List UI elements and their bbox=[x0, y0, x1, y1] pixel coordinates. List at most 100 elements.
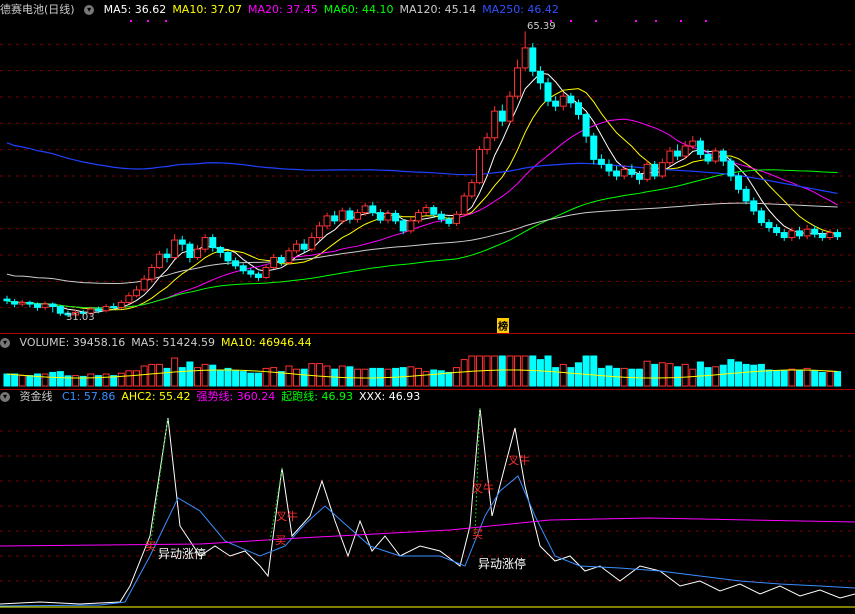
candle-up bbox=[270, 256, 278, 268]
candle-down bbox=[445, 218, 453, 224]
indicator-chart[interactable] bbox=[0, 406, 855, 612]
candle-down bbox=[696, 140, 704, 155]
candle-up bbox=[826, 232, 834, 239]
stock-title[interactable]: 德赛电池(日线) bbox=[0, 3, 75, 16]
volume-bar bbox=[155, 363, 163, 387]
candle-up bbox=[285, 250, 293, 263]
ma-legend: MA5: 36.62 MA10: 37.07 MA20: 37.45 MA60: 44… bbox=[104, 3, 565, 16]
indicator-value-0: C1: 57.86 bbox=[62, 390, 116, 403]
volume-bar bbox=[140, 365, 148, 387]
candle-up bbox=[803, 228, 811, 237]
dropdown-icon[interactable]: ▾ bbox=[0, 338, 10, 348]
candle-down bbox=[498, 110, 506, 122]
candle-up bbox=[514, 67, 522, 97]
ma-value-1: MA10: 37.07 bbox=[172, 3, 243, 16]
candlestick-chart[interactable] bbox=[0, 18, 855, 334]
volume-bar bbox=[658, 362, 666, 387]
dropdown-icon[interactable]: ▾ bbox=[0, 392, 10, 402]
dropdown-icon[interactable]: ▾ bbox=[84, 5, 95, 15]
candle-down bbox=[209, 237, 217, 249]
indicator-value-4: XXX: 46.93 bbox=[358, 390, 421, 403]
ma-value-0: MA5: 36.62 bbox=[103, 3, 167, 16]
candle-up bbox=[689, 140, 697, 147]
volume-bar bbox=[239, 371, 247, 387]
volume-bar bbox=[49, 371, 57, 387]
volume-bar bbox=[536, 359, 544, 387]
signal-dot bbox=[595, 20, 597, 22]
signal-label: 买 bbox=[145, 540, 156, 553]
volume-bar bbox=[712, 366, 720, 387]
volume-bar bbox=[727, 359, 735, 387]
volume-bar bbox=[765, 369, 773, 387]
signal-label: 叉牛 bbox=[472, 482, 494, 495]
signal-label: 叉牛 bbox=[508, 454, 530, 467]
candle-down bbox=[834, 232, 842, 238]
candle-down bbox=[750, 200, 758, 212]
candle-down bbox=[735, 175, 743, 190]
candle-down bbox=[765, 222, 773, 229]
volume-bar bbox=[87, 373, 95, 387]
volume-bar bbox=[643, 360, 651, 387]
ma20-line bbox=[6, 118, 838, 309]
volume-bar bbox=[780, 370, 788, 387]
high-price-label: 65.39 bbox=[527, 21, 556, 32]
candle-down bbox=[178, 239, 186, 245]
signal-dot bbox=[130, 20, 132, 22]
candle-down bbox=[369, 205, 377, 214]
volume-bar bbox=[125, 370, 133, 387]
candle-down bbox=[742, 188, 750, 202]
candle-down bbox=[26, 301, 34, 305]
volume-bar bbox=[338, 365, 346, 387]
candle-down bbox=[536, 70, 544, 84]
volume-chart[interactable] bbox=[0, 352, 855, 388]
candle-up bbox=[681, 145, 689, 157]
indicator-value-2: 强势线: 360.24 bbox=[196, 390, 276, 403]
volume-bar bbox=[133, 370, 141, 387]
candle-down bbox=[331, 215, 339, 222]
volume-legend: VOLUME: 39458.16 MA5: 51424.59 MA10: 46946… bbox=[20, 336, 318, 349]
candle-down bbox=[674, 150, 682, 157]
indicator-legend: C1: 57.86 AHC2: 55.42 强势线: 360.24 起跑线: 46.9… bbox=[62, 390, 426, 403]
candle-down bbox=[651, 163, 659, 177]
volume-bar bbox=[18, 375, 26, 387]
volume-value-2: MA10: 46946.44 bbox=[220, 336, 312, 349]
candle-up bbox=[308, 237, 316, 250]
strength-line bbox=[0, 517, 855, 547]
candle-up bbox=[414, 212, 422, 222]
candle-up bbox=[354, 212, 362, 220]
ma5-line bbox=[6, 72, 838, 314]
candle-up bbox=[293, 243, 301, 252]
volume-bar bbox=[681, 363, 689, 387]
candle-down bbox=[552, 100, 560, 107]
volume-bar bbox=[209, 364, 217, 387]
candle-down bbox=[300, 243, 308, 250]
volume-bar bbox=[803, 367, 811, 387]
volume-bar bbox=[795, 369, 803, 387]
candle-down bbox=[254, 273, 262, 278]
candle-up bbox=[315, 225, 323, 239]
candle-down bbox=[818, 233, 826, 239]
volume-bar bbox=[552, 367, 560, 387]
candle-up bbox=[140, 278, 148, 291]
volume-bar bbox=[72, 375, 80, 387]
volume-bar bbox=[178, 367, 186, 387]
volume-bar bbox=[216, 370, 224, 387]
volume-bar bbox=[422, 371, 430, 387]
candle-down bbox=[575, 102, 582, 115]
volume-bar bbox=[773, 370, 781, 387]
volume-bar bbox=[247, 372, 255, 387]
volume-bar bbox=[559, 363, 567, 387]
indicator-title[interactable]: 资金线 bbox=[20, 390, 53, 403]
volume-bar bbox=[148, 363, 156, 387]
volume-header: ▾ VOLUME: 39458.16 MA5: 51424.59 MA10: 469… bbox=[0, 335, 324, 351]
candle-down bbox=[186, 243, 194, 258]
candle-down bbox=[613, 170, 621, 177]
volume-bar bbox=[277, 371, 285, 387]
candle-down bbox=[597, 158, 605, 165]
candle-down bbox=[628, 168, 636, 175]
signal-dashed-line bbox=[474, 407, 481, 535]
candle-up bbox=[125, 295, 133, 303]
signal-dot bbox=[680, 20, 682, 22]
volume-bar bbox=[498, 355, 506, 387]
rank-badge[interactable]: 榜 bbox=[497, 318, 509, 333]
